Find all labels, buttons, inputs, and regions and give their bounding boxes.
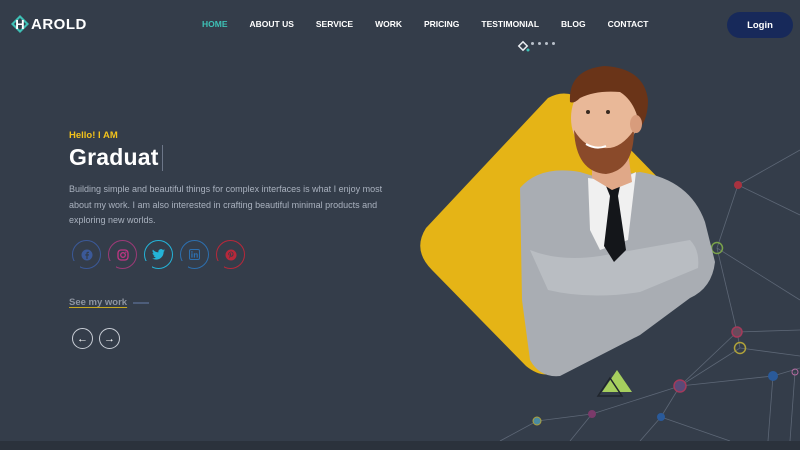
hero-headline: Graduat: [69, 144, 159, 170]
hero-description: Building simple and beautiful things for…: [69, 184, 383, 225]
nav-item-home[interactable]: HOME: [202, 19, 228, 29]
arrow-left-icon: ←: [77, 332, 88, 345]
carousel-dot[interactable]: [552, 42, 555, 45]
nav-item-pricing[interactable]: PRICING: [424, 19, 459, 29]
typing-cursor: [161, 144, 163, 171]
twitter-icon: [152, 249, 165, 260]
main-nav: HOME ABOUT US SERVICE WORK PRICING TESTI…: [202, 19, 649, 29]
carousel-dots: [519, 42, 555, 45]
logo-mark-icon: H: [10, 14, 30, 34]
page: H AROLD HOME ABOUT US SERVICE WORK PRICI…: [0, 0, 800, 450]
instagram-link[interactable]: [108, 240, 137, 269]
carousel-dot[interactable]: [531, 42, 534, 45]
hero-headline-wrap: Graduat: [69, 144, 163, 171]
pinterest-link[interactable]: [216, 240, 245, 269]
see-my-work-link[interactable]: See my work: [69, 297, 150, 308]
arrow-right-icon: →: [104, 332, 115, 345]
carousel-dot[interactable]: [538, 42, 541, 45]
logo-mark-letter: H: [15, 16, 25, 32]
bottom-bar: [0, 441, 800, 450]
facebook-link[interactable]: [72, 240, 101, 269]
triangle-icon-decoration: [596, 370, 632, 397]
nav-item-service[interactable]: SERVICE: [316, 19, 353, 29]
brand-logo[interactable]: H AROLD: [10, 14, 87, 34]
linkedin-link[interactable]: [180, 240, 209, 269]
prev-slide-button[interactable]: ←: [72, 328, 93, 349]
nav-item-contact[interactable]: CONTACT: [608, 19, 649, 29]
logo-text: AROLD: [31, 15, 87, 33]
hero-greeting: Hello! I AM: [69, 130, 118, 141]
nav-item-blog[interactable]: BLOG: [561, 19, 586, 29]
login-button[interactable]: Login: [727, 12, 793, 38]
arrow-right-icon: [133, 301, 150, 304]
twitter-link[interactable]: [144, 240, 173, 269]
nav-item-testimonial[interactable]: TESTIMONIAL: [481, 19, 539, 29]
nav-item-about-us[interactable]: ABOUT US: [250, 19, 294, 29]
carousel-dot[interactable]: [545, 42, 548, 45]
carousel-arrows: ← →: [72, 328, 126, 349]
see-my-work-label: See my work: [69, 297, 128, 308]
nav-item-work[interactable]: WORK: [375, 19, 402, 29]
linkedin-icon: [189, 249, 200, 260]
pinterest-icon: [225, 249, 236, 260]
instagram-icon: [116, 248, 129, 261]
facebook-icon: [81, 249, 92, 260]
social-links: [72, 240, 252, 269]
next-slide-button[interactable]: →: [99, 328, 120, 349]
